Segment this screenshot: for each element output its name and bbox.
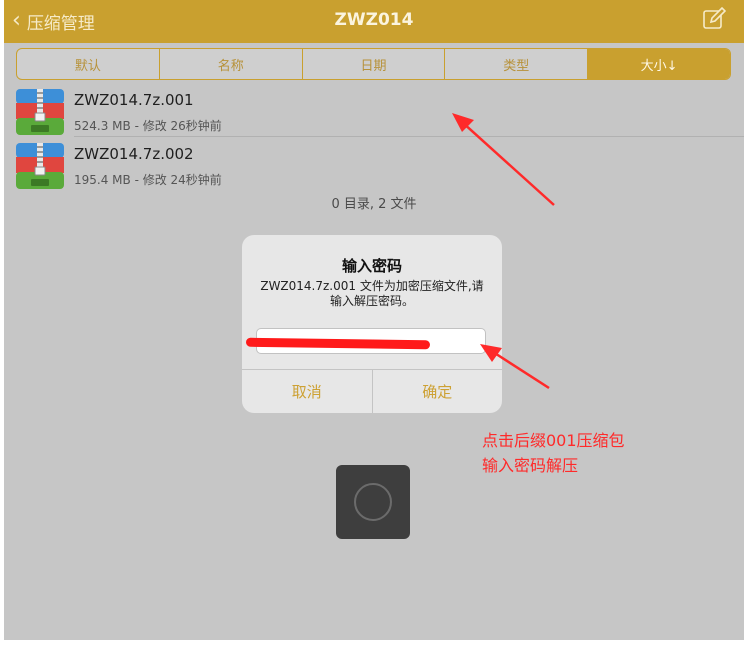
file-meta: 195.4 MB - 修改 24秒钟前 <box>74 173 222 187</box>
page-title: ZWZ014 <box>334 10 414 30</box>
sort-segmented-control: 默认 名称 日期 类型 大小↓ <box>16 48 731 80</box>
directory-summary: 0 目录, 2 文件 <box>331 197 417 212</box>
loading-indicator <box>336 465 410 539</box>
edit-icon[interactable] <box>702 7 726 31</box>
dialog-message: ZWZ014.7z.001 文件为加密压缩文件,请输入解压密码。 <box>260 279 484 308</box>
zip-archive-icon <box>16 89 64 135</box>
file-meta: 524.3 MB - 修改 26秒钟前 <box>74 119 222 133</box>
dialog-button-bar: 取消 确定 <box>242 369 502 413</box>
file-name: ZWZ014.7z.001 <box>74 91 194 109</box>
sort-tab-default[interactable]: 默认 <box>17 49 160 79</box>
confirm-button[interactable]: 确定 <box>371 370 503 413</box>
sort-tab-type[interactable]: 类型 <box>445 49 589 79</box>
sort-tab-size[interactable]: 大小↓ <box>588 49 730 79</box>
spinner-ring-icon <box>354 483 392 521</box>
app-screen: ‹ 压缩管理 ZWZ014 默认 名称 日期 类型 大小↓ ZWZ014.7z.… <box>4 0 744 640</box>
password-dialog: 输入密码 ZWZ014.7z.001 文件为加密压缩文件,请输入解压密码。 取消… <box>242 235 502 413</box>
row-divider <box>74 136 744 137</box>
sort-tab-date[interactable]: 日期 <box>303 49 446 79</box>
navigation-bar: ‹ 压缩管理 ZWZ014 <box>4 0 744 43</box>
sort-tab-name[interactable]: 名称 <box>160 49 303 79</box>
zip-archive-icon <box>16 143 64 189</box>
file-row[interactable]: ZWZ014.7z.001 524.3 MB - 修改 26秒钟前 <box>4 87 744 135</box>
annotation-note: 点击后缀001压缩包 输入密码解压 <box>482 428 625 478</box>
cancel-button[interactable]: 取消 <box>242 370 372 413</box>
dialog-title: 输入密码 <box>341 257 402 275</box>
file-name: ZWZ014.7z.002 <box>74 145 194 163</box>
annotation-line-1: 点击后缀001压缩包 <box>482 431 625 450</box>
annotation-line-2: 输入密码解压 <box>482 456 579 475</box>
file-row[interactable]: ZWZ014.7z.002 195.4 MB - 修改 24秒钟前 <box>4 141 744 189</box>
